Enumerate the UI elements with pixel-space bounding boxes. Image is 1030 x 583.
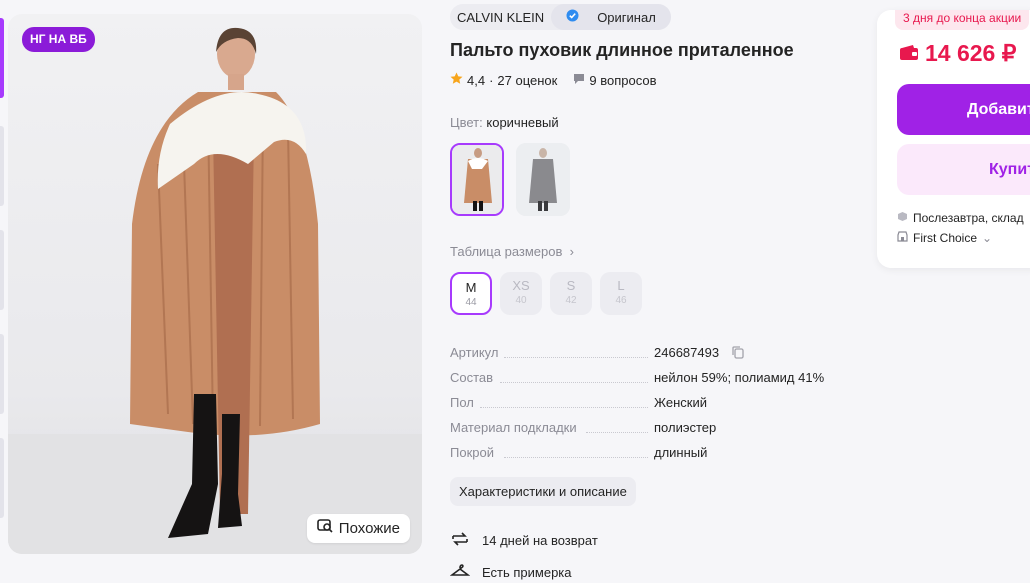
promo-countdown: 3 дня до конца акции xyxy=(895,10,1030,30)
similar-label: Похожие xyxy=(338,520,400,537)
star-icon xyxy=(450,72,463,88)
thumbnail[interactable] xyxy=(0,230,4,310)
seller-name: First Choice xyxy=(913,231,978,245)
questions-count[interactable]: 9 вопросов xyxy=(589,73,656,88)
spec-value: нейлон 59%; полиамид 41% xyxy=(654,370,825,385)
original-badge: Оригинал xyxy=(551,4,671,30)
box-icon xyxy=(897,211,908,225)
spec-value: длинный xyxy=(654,445,708,460)
price-row: 14 626 ₽ xyxy=(899,40,1016,67)
size-ru: 44 xyxy=(465,297,477,308)
spec-row: Артикул 246687493 xyxy=(450,345,850,363)
copy-icon[interactable] xyxy=(732,346,744,362)
color-row: Цвет: коричневый xyxy=(450,115,559,130)
size-name: M xyxy=(465,280,477,295)
buy-now-button[interactable]: Купить xyxy=(897,144,1030,195)
spec-row: Пол Женский xyxy=(450,395,850,413)
original-label: Оригинал xyxy=(597,9,656,25)
brand-name: CALVIN KLEIN xyxy=(457,9,545,25)
rating-value: 4,4 xyxy=(467,72,486,88)
thumbnail[interactable] xyxy=(0,334,4,414)
size-ru: 40 xyxy=(515,295,527,306)
spec-value: полиэстер xyxy=(654,420,717,435)
similar-icon xyxy=(316,514,333,543)
delivery-row: Послезавтра, склад xyxy=(897,211,1024,225)
return-arrows-icon xyxy=(450,530,470,551)
color-value: коричневый xyxy=(486,115,559,130)
similar-button[interactable]: Похожие xyxy=(306,514,410,543)
spec-row: Покрой длинный xyxy=(450,445,850,463)
size-table-link[interactable]: Таблица размеров › xyxy=(450,244,574,259)
hanger-icon xyxy=(449,562,471,583)
size-option-xs[interactable]: XS 40 xyxy=(500,272,542,315)
size-name: L xyxy=(617,278,625,293)
feature-label: 14 дней на возврат xyxy=(482,533,598,548)
size-ru: 42 xyxy=(565,295,577,306)
size-name: S xyxy=(566,278,576,293)
model-coat-illustration xyxy=(8,27,422,554)
delivery-text: Послезавтра, склад xyxy=(913,211,1024,225)
thumbnail[interactable] xyxy=(0,438,4,518)
feature-return: 14 дней на возврат xyxy=(450,530,598,551)
rating-separator: · xyxy=(489,72,494,88)
product-title: Пальто пуховик длинное приталенное xyxy=(450,40,794,60)
thumbnail-strip xyxy=(0,0,6,582)
spec-row: Материал подкладки полиэстер xyxy=(450,420,850,438)
chevron-right-icon: › xyxy=(566,244,574,259)
wallet-icon xyxy=(899,40,919,67)
spec-key: Материал подкладки xyxy=(450,420,577,435)
spec-key: Артикул xyxy=(450,345,499,360)
size-option-m[interactable]: M 44 xyxy=(450,272,492,315)
questions-icon xyxy=(573,73,585,88)
size-option-l[interactable]: L 46 xyxy=(600,272,642,315)
shop-icon xyxy=(897,231,908,245)
price-value: 14 626 ₽ xyxy=(925,40,1017,66)
seller-row[interactable]: First Choice ⌄ xyxy=(897,231,992,245)
feature-label: Есть примерка xyxy=(482,565,572,580)
size-name: XS xyxy=(512,278,530,293)
brand-pill[interactable]: CALVIN KLEIN Оригинал xyxy=(450,4,671,30)
spec-key: Покрой xyxy=(450,445,494,460)
reviews-count[interactable]: 27 оценок xyxy=(497,73,557,88)
price-card: 3 дня до конца акции 14 626 ₽ Добавить К… xyxy=(877,10,1030,268)
spec-key: Состав xyxy=(450,370,494,385)
article-number: 246687493 xyxy=(654,345,720,360)
rating-row[interactable]: 4,4 · 27 оценок 9 вопросов xyxy=(450,72,656,88)
color-swatch-grey[interactable] xyxy=(516,143,570,216)
color-swatch-brown[interactable] xyxy=(450,143,504,216)
spec-value: Женский xyxy=(654,395,707,410)
spec-row: Состав нейлон 59%; полиамид 41% xyxy=(450,370,850,388)
spec-key: Пол xyxy=(450,395,474,410)
thumbnail-active[interactable] xyxy=(0,18,4,98)
chevron-down-icon: ⌄ xyxy=(982,231,993,245)
color-label: Цвет: xyxy=(450,115,483,130)
verified-icon xyxy=(559,9,586,25)
characteristics-button[interactable]: Характеристики и описание xyxy=(450,477,636,506)
thumbnail[interactable] xyxy=(0,126,4,206)
feature-fitting: Есть примерка xyxy=(449,562,572,583)
product-photo[interactable]: НГ НА ВБ Похожие xyxy=(8,14,422,554)
size-option-s[interactable]: S 42 xyxy=(550,272,592,315)
size-table-label: Таблица размеров xyxy=(450,244,563,259)
promo-badge: НГ НА ВБ xyxy=(22,27,95,52)
product-info: CALVIN KLEIN Оригинал Пальто пуховик дли… xyxy=(449,0,860,583)
size-ru: 46 xyxy=(615,295,627,306)
add-to-cart-button[interactable]: Добавить xyxy=(897,84,1030,135)
